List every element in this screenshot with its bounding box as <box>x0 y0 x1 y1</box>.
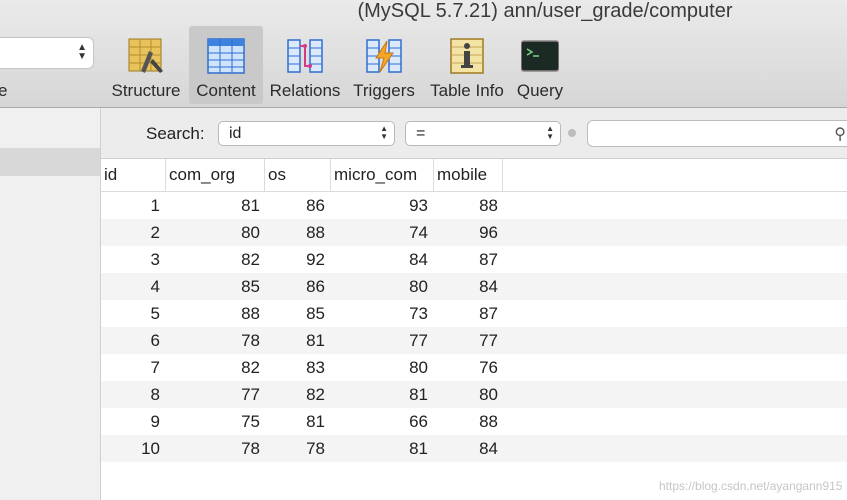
filter-search-input[interactable]: ⚲ <box>587 120 847 147</box>
query-button[interactable]: Query <box>514 26 566 104</box>
table-cell-mobile[interactable]: 87 <box>101 300 498 327</box>
query-label: Query <box>516 81 564 100</box>
table-row[interactable]: 6 78 81 77 77 <box>101 327 847 354</box>
table-row[interactable]: 2 80 88 74 96 <box>101 219 847 246</box>
triggers-label: Triggers <box>353 81 415 100</box>
search-icon: ⚲ <box>834 126 846 143</box>
watermark: https://blog.csdn.net/ayangann915 <box>659 479 843 493</box>
chevron-updown-icon: ▲ ▼ <box>546 124 554 141</box>
table-row[interactable]: 5 88 85 73 87 <box>101 300 847 327</box>
filter-operator-value: = <box>416 125 426 142</box>
content-table: id com_org os micro_com mobile 1 81 86 93 88… <box>101 159 847 500</box>
sidebar-selected-item[interactable] <box>0 148 100 176</box>
table-row[interactable]: 9 75 81 66 88 <box>101 408 847 435</box>
table-info-icon <box>450 38 484 74</box>
table-info-label: Table Info <box>430 81 504 100</box>
table-row[interactable]: 8 77 82 81 80 <box>101 381 847 408</box>
content-icon <box>207 38 245 74</box>
table-cell-mobile[interactable]: 87 <box>101 246 498 273</box>
filter-bar: Search: id ▲ ▼ = ▲ ▼ ⚲ <box>101 108 847 159</box>
table-row[interactable]: 1 81 86 93 88 <box>101 192 847 219</box>
table-cell-mobile[interactable]: 96 <box>101 219 498 246</box>
triggers-icon <box>366 39 402 73</box>
toolbar: (MySQL 5.7.21) ann/user_grade/computer ▲… <box>0 0 847 108</box>
table-cell-mobile[interactable]: 84 <box>101 435 498 462</box>
relations-button[interactable]: Relations <box>268 26 342 104</box>
table-body: 1 81 86 93 88 2 80 88 74 96 3 82 92 84 87 4 85 86 80 84 5 88 8… <box>101 192 847 462</box>
table-info-button[interactable]: Table Info <box>426 26 508 104</box>
filter-operator-select[interactable]: = ▲ ▼ <box>405 121 561 146</box>
chevron-updown-icon: ▲ ▼ <box>77 42 87 62</box>
relations-label: Relations <box>269 81 341 100</box>
table-cell-mobile[interactable]: 88 <box>101 192 498 219</box>
filter-status-dot <box>568 129 576 137</box>
filter-field-select[interactable]: id ▲ ▼ <box>218 121 395 146</box>
column-header-mobile[interactable]: mobile <box>434 159 503 191</box>
table-row[interactable]: 10 78 78 81 84 <box>101 435 847 462</box>
chevron-updown-icon: ▲ ▼ <box>380 124 388 141</box>
relations-icon <box>287 39 323 73</box>
structure-button[interactable]: Structure <box>108 26 184 104</box>
table-row[interactable]: 7 82 83 80 76 <box>101 354 847 381</box>
table-cell-mobile[interactable]: 88 <box>101 408 498 435</box>
content-label: Content <box>196 81 256 100</box>
query-icon <box>521 40 559 72</box>
sidebar <box>0 108 101 500</box>
search-label: Search: <box>146 124 205 143</box>
table-cell-mobile[interactable]: 76 <box>101 354 498 381</box>
database-select[interactable]: ▲ ▼ <box>0 37 94 69</box>
filter-field-value: id <box>229 125 242 142</box>
triggers-button[interactable]: Triggers <box>348 26 420 104</box>
column-header-micro-com[interactable]: micro_com <box>331 159 434 191</box>
table-row[interactable]: 4 85 86 80 84 <box>101 273 847 300</box>
structure-label: Structure <box>111 81 181 100</box>
database-label: e <box>0 81 8 100</box>
table-header: id com_org os micro_com mobile <box>101 159 847 192</box>
window-title: (MySQL 5.7.21) ann/user_grade/computer <box>357 0 733 22</box>
column-header-os[interactable]: os <box>265 159 331 191</box>
table-row[interactable]: 3 82 92 84 87 <box>101 246 847 273</box>
column-header-com-org[interactable]: com_org <box>166 159 265 191</box>
content-button[interactable]: Content <box>189 26 263 104</box>
structure-icon <box>128 38 163 73</box>
column-header-id[interactable]: id <box>101 159 166 191</box>
table-cell-mobile[interactable]: 80 <box>101 381 498 408</box>
table-cell-mobile[interactable]: 84 <box>101 273 498 300</box>
table-cell-mobile[interactable]: 77 <box>101 327 498 354</box>
